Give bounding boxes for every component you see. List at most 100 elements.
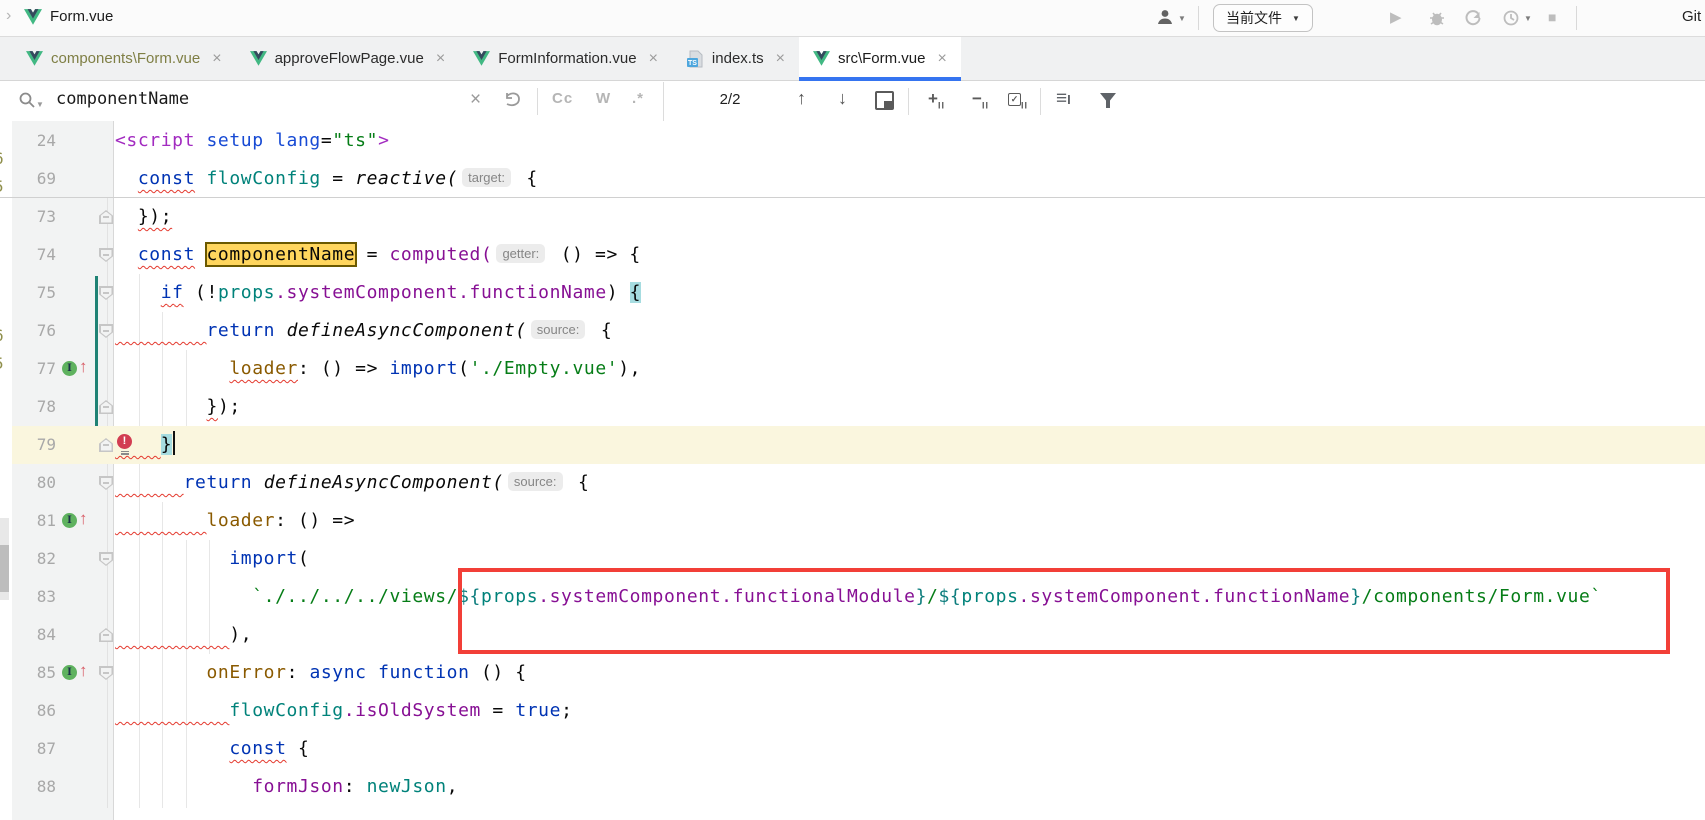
code-line-text[interactable]: formJson: newJson, (115, 768, 458, 806)
intention-gutter-icon[interactable]: I↑ (62, 359, 96, 379)
code-line[interactable]: 76 return defineAsyncComponent(source: { (0, 312, 1705, 350)
editor-tab[interactable]: FormInformation.vue× (459, 37, 672, 80)
code-line-text[interactable]: import( (115, 540, 309, 578)
search-history-icon[interactable] (503, 92, 521, 108)
fold-region-end-icon[interactable] (99, 400, 113, 414)
fold-region-start-icon[interactable] (99, 248, 113, 262)
left-edge-scrollbar-thumb[interactable] (0, 545, 9, 592)
code-line-text[interactable]: flowConfig.isOldSystem = true; (115, 692, 573, 730)
fold-region-end-icon[interactable] (99, 210, 113, 224)
editor-tab[interactable]: src\Form.vue× (799, 37, 961, 80)
code-line-text[interactable]: loader: () => (115, 502, 355, 540)
code-line-text[interactable]: } (115, 426, 175, 464)
code-line[interactable]: 24 <script setup lang="ts"> (0, 122, 1705, 160)
line-number[interactable]: 87 (12, 730, 56, 768)
debug-button[interactable] (1428, 9, 1446, 27)
code-line-text[interactable]: }); (115, 198, 172, 236)
clear-search-icon[interactable]: × (470, 89, 481, 111)
line-number[interactable]: 80 (12, 464, 56, 502)
words-toggle[interactable]: W (596, 90, 611, 107)
code-line-text[interactable]: ), (115, 616, 252, 654)
remove-occurrence-button[interactable]: −II (972, 89, 989, 110)
stop-button[interactable]: ■ (1548, 9, 1556, 25)
line-number[interactable]: 82 (12, 540, 56, 578)
line-number[interactable]: 69 (12, 160, 56, 198)
tab-close-icon[interactable]: × (937, 50, 946, 68)
previous-match-button[interactable]: ↑ (797, 88, 806, 109)
code-line-text[interactable]: <script setup lang="ts"> (115, 122, 390, 160)
user-icon[interactable] (1156, 8, 1174, 26)
code-line[interactable]: 73 }); (0, 198, 1705, 236)
code-line-text[interactable]: loader: () => import('./Empty.vue'), (115, 350, 641, 388)
tab-close-icon[interactable]: × (436, 50, 445, 68)
code-line[interactable]: 88 formJson: newJson, (0, 768, 1705, 806)
next-match-button[interactable]: ↓ (838, 88, 847, 109)
tab-close-icon[interactable]: × (649, 50, 658, 68)
filter-lines-icon[interactable]: ≡I (1056, 88, 1071, 110)
code-line-text[interactable]: const flowConfig = reactive(target: { (115, 160, 538, 198)
code-line[interactable]: 81 I↑ loader: () => (0, 502, 1705, 540)
search-icon[interactable] (18, 91, 36, 109)
line-number[interactable]: 81 (12, 502, 56, 540)
code-line-text[interactable]: }); (115, 388, 241, 426)
code-line[interactable]: 79! } (0, 426, 1705, 464)
regex-toggle[interactable]: .* (632, 90, 644, 107)
line-number[interactable]: 83 (12, 578, 56, 616)
line-number[interactable]: 75 (12, 274, 56, 312)
editor-tab[interactable]: components\Form.vue× (12, 37, 236, 80)
fold-region-start-icon[interactable] (99, 552, 113, 566)
fold-region-start-icon[interactable] (99, 666, 113, 680)
code-line-text[interactable]: const componentName = computed(getter: (… (115, 236, 641, 274)
profiler-button[interactable] (1502, 9, 1520, 27)
line-number[interactable]: 74 (12, 236, 56, 274)
add-occurrence-button[interactable]: +II (928, 89, 945, 110)
code-line[interactable]: 87 const { (0, 730, 1705, 768)
coverage-button[interactable] (1464, 9, 1482, 27)
match-case-toggle[interactable]: Cc (552, 90, 573, 107)
fold-region-start-icon[interactable] (99, 286, 113, 300)
fold-region-end-icon[interactable] (99, 438, 113, 452)
search-input[interactable]: componentName (56, 89, 189, 109)
tab-close-icon[interactable]: × (212, 50, 221, 68)
intention-gutter-icon[interactable]: I↑ (62, 663, 96, 683)
git-label[interactable]: Git (1682, 8, 1701, 25)
search-options-caret-icon[interactable]: ▼ (36, 100, 44, 109)
code-line[interactable]: 74 const componentName = computed(getter… (0, 236, 1705, 274)
editor-tab[interactable]: approveFlowPage.vue× (236, 37, 460, 80)
line-number[interactable]: 78 (12, 388, 56, 426)
line-number[interactable]: 84 (12, 616, 56, 654)
code-line[interactable]: 69 const flowConfig = reactive(target: { (0, 160, 1705, 198)
editor-tab[interactable]: TSindex.ts× (672, 37, 799, 80)
breadcrumb-file-title[interactable]: Form.vue (50, 8, 113, 25)
line-number[interactable]: 76 (12, 312, 56, 350)
fold-region-start-icon[interactable] (99, 476, 113, 490)
run-button[interactable]: ▶ (1390, 8, 1402, 26)
code-line-text[interactable]: return defineAsyncComponent(source: { (115, 312, 612, 350)
code-line[interactable]: 77 I↑ loader: () => import('./Empty.vue')… (0, 350, 1705, 388)
line-number[interactable]: 86 (12, 692, 56, 730)
fold-region-start-icon[interactable] (99, 324, 113, 338)
profiler-caret-icon[interactable]: ▼ (1524, 14, 1532, 23)
line-number[interactable]: 79 (12, 426, 56, 464)
code-line[interactable]: 78 }); (0, 388, 1705, 426)
line-number[interactable]: 77 (12, 350, 56, 388)
line-number[interactable]: 73 (12, 198, 56, 236)
code-line-text[interactable]: return defineAsyncComponent(source: { (115, 464, 589, 502)
code-line[interactable]: 75 if (!props.systemComponent.functionNa… (0, 274, 1705, 312)
code-line-text[interactable]: if (!props.systemComponent.functionName)… (115, 274, 641, 312)
filter-icon[interactable] (1100, 93, 1116, 103)
code-line-text[interactable]: onError: async function () { (115, 654, 527, 692)
fold-region-end-icon[interactable] (99, 628, 113, 642)
code-line[interactable]: 86 flowConfig.isOldSystem = true; (0, 692, 1705, 730)
line-number[interactable]: 85 (12, 654, 56, 692)
line-number[interactable]: 24 (12, 122, 56, 160)
code-editor[interactable]: 24<script setup lang="ts">69 const flowC… (0, 121, 1705, 820)
code-line[interactable]: 80 return defineAsyncComponent(source: { (0, 464, 1705, 502)
select-all-occurrences-button[interactable]: ✓II (1008, 89, 1028, 110)
code-line[interactable]: 85 I↑ onError: async function () { (0, 654, 1705, 692)
tab-close-icon[interactable]: × (776, 50, 785, 68)
open-in-find-window-button[interactable] (875, 91, 894, 110)
run-config-select[interactable]: 当前文件 ▼ (1213, 4, 1313, 32)
line-number[interactable]: 88 (12, 768, 56, 806)
intention-gutter-icon[interactable]: I↑ (62, 511, 96, 531)
